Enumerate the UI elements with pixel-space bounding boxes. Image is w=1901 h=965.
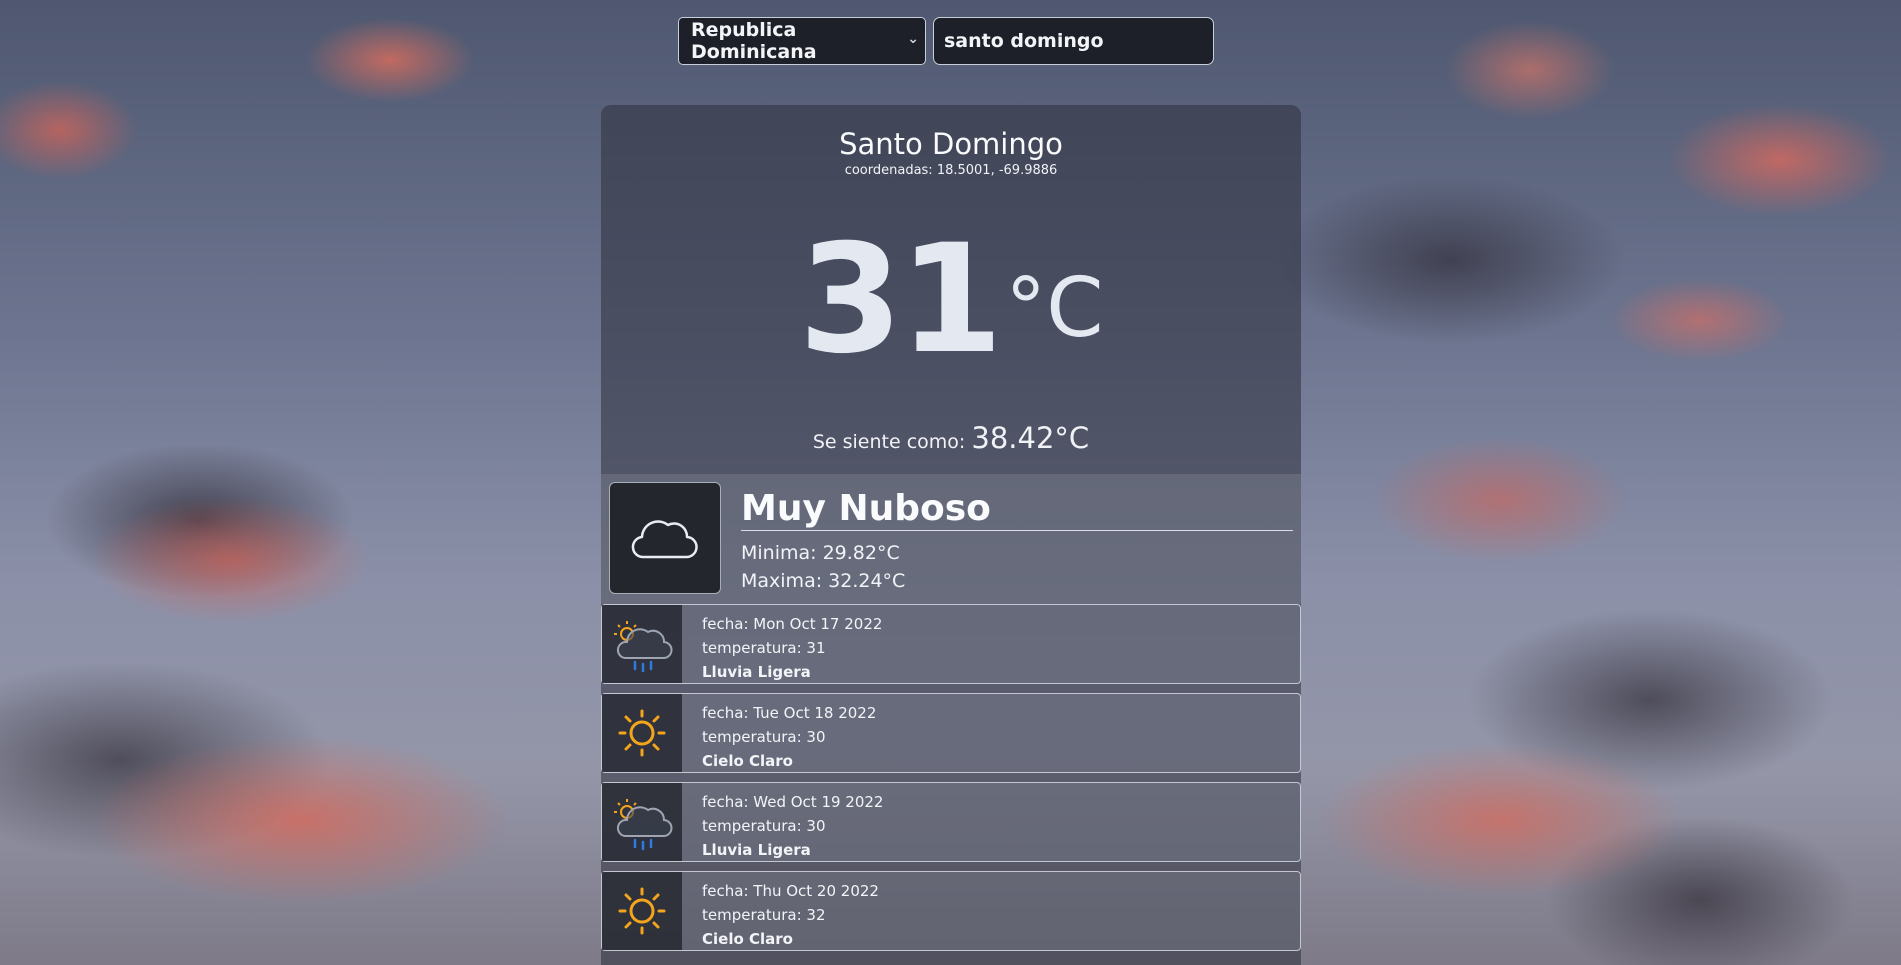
forecast-desc: Cielo Claro [702,752,793,770]
sun-rain-cloud-icon [602,605,682,683]
forecast-desc: Lluvia Ligera [702,663,811,681]
forecast-text: fecha: Tue Oct 18 2022 temperatura: 30 C… [702,701,876,773]
forecast-temp: temperatura: 30 [702,817,826,835]
forecast-date: fecha: Thu Oct 20 2022 [702,882,879,900]
sun-icon [602,694,682,772]
forecast-item: fecha: Mon Oct 17 2022 temperatura: 31 L… [601,604,1301,684]
forecast-temp: temperatura: 30 [702,728,826,746]
forecast-temp: temperatura: 31 [702,639,826,657]
cloud-icon [609,482,721,594]
current-temperature: 31°C [601,225,1301,375]
sun-icon [602,872,682,950]
country-select-value: Republica Dominicana [691,19,817,63]
forecast-text: fecha: Wed Oct 19 2022 temperatura: 30 L… [702,790,883,862]
chevron-down-icon: ⌄ [907,31,919,47]
forecast-item: fecha: Wed Oct 19 2022 temperatura: 30 L… [601,782,1301,862]
coordinates: coordenadas: 18.5001, -69.9886 [844,163,1058,178]
forecast-text: fecha: Mon Oct 17 2022 temperatura: 31 L… [702,612,882,684]
forecast-temp: temperatura: 32 [702,906,826,924]
feels-like-value: 38.42°C [971,421,1090,455]
feels-like: Se siente como: 38.42°C [601,421,1301,455]
forecast-date: fecha: Mon Oct 17 2022 [702,615,883,633]
weather-summary: Muy Nuboso Minima: 29.82°C Maxima: 32.24… [601,474,1301,604]
country-select[interactable]: Republica Dominicana ⌄ [678,17,926,65]
sun-rain-cloud-icon [602,783,682,861]
min-temperature: Minima: 29.82°C [741,542,900,564]
forecast-list: fecha: Mon Oct 17 2022 temperatura: 31 L… [601,604,1301,951]
forecast-desc: Lluvia Ligera [702,841,811,859]
temperature-unit: °C [1005,261,1104,356]
city-name: Santo Domingo [839,127,1063,161]
weather-card: Santo Domingo coordenadas: 18.5001, -69.… [601,105,1301,965]
city-search-input[interactable] [933,17,1214,65]
search-bar: Republica Dominicana ⌄ [678,17,1214,65]
current-weather: Santo Domingo coordenadas: 18.5001, -69.… [601,105,1301,474]
temperature-value: 31 [798,213,1003,387]
max-temperature: Maxima: 32.24°C [741,570,906,592]
weather-description: Muy Nuboso [741,488,1293,531]
forecast-item: fecha: Tue Oct 18 2022 temperatura: 30 C… [601,693,1301,773]
forecast-text: fecha: Thu Oct 20 2022 temperatura: 32 C… [702,879,879,951]
forecast-item: fecha: Thu Oct 20 2022 temperatura: 32 C… [601,871,1301,951]
forecast-desc: Cielo Claro [702,930,793,948]
feels-like-label: Se siente como: [812,431,966,453]
forecast-date: fecha: Tue Oct 18 2022 [702,704,877,722]
forecast-date: fecha: Wed Oct 19 2022 [702,793,884,811]
